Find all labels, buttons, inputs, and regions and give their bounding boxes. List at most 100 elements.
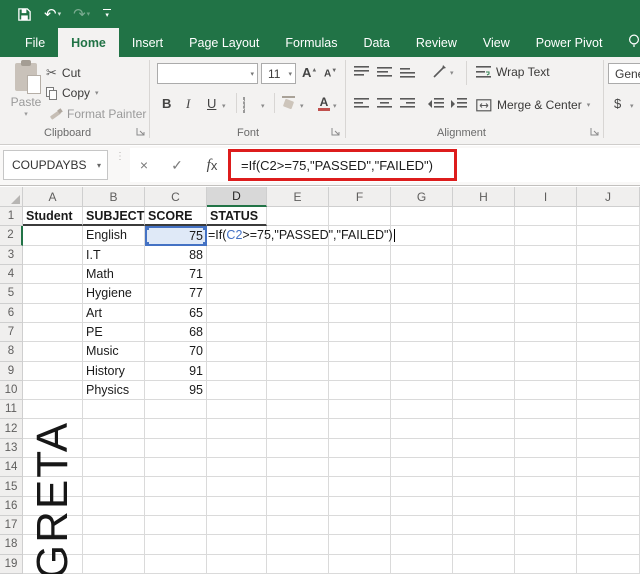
cell-J14[interactable] <box>577 458 640 478</box>
bottom-align-icon[interactable] <box>400 66 415 78</box>
row-header-9[interactable]: 9 <box>0 361 23 381</box>
row-header-15[interactable]: 15 <box>0 477 23 497</box>
cell-G3[interactable] <box>391 245 453 265</box>
row-header-4[interactable]: 4 <box>0 264 23 285</box>
cell-J9[interactable] <box>577 361 640 381</box>
cell-B15[interactable] <box>83 477 145 497</box>
cell-J12[interactable] <box>577 419 640 439</box>
cell-F1[interactable] <box>329 207 391 227</box>
row-header-3[interactable]: 3 <box>0 245 23 265</box>
merge-center-button[interactable]: Merge & Center ▾ <box>476 98 590 112</box>
cell-E17[interactable] <box>267 516 329 536</box>
enter-icon[interactable]: ✓ <box>163 150 191 180</box>
cell-B9[interactable]: History <box>83 361 145 381</box>
cell-A18[interactable] <box>23 535 83 555</box>
cell-H14[interactable] <box>453 458 515 478</box>
cell-J13[interactable] <box>577 438 640 459</box>
font-dialog-launcher-icon[interactable] <box>331 127 341 137</box>
borders-dropdown-icon[interactable]: ▾ <box>261 102 265 110</box>
cell-D7[interactable] <box>207 322 267 343</box>
cell-C13[interactable] <box>145 438 207 459</box>
orientation-dropdown-icon[interactable]: ▾ <box>450 69 454 77</box>
cell-F8[interactable] <box>329 342 391 362</box>
paste-button[interactable]: Paste ▾ <box>8 60 44 129</box>
cell-H2[interactable] <box>453 226 515 246</box>
clipboard-dialog-launcher-icon[interactable] <box>136 127 146 137</box>
cell-B12[interactable] <box>83 419 145 439</box>
cell-J19[interactable] <box>577 554 640 574</box>
cell-E13[interactable] <box>267 438 329 459</box>
cell-H10[interactable] <box>453 380 515 401</box>
cell-G6[interactable] <box>391 303 453 323</box>
undo-icon[interactable]: ↶ ▾ <box>41 6 64 23</box>
wrap-text-button[interactable]: Wrap Text <box>476 65 550 79</box>
shrink-font-button[interactable]: A▼ <box>324 68 337 79</box>
cell-I11[interactable] <box>515 400 577 420</box>
align-center-icon[interactable] <box>377 98 392 110</box>
cell-F12[interactable] <box>329 419 391 439</box>
cell-I17[interactable] <box>515 516 577 536</box>
format-painter-button[interactable]: Format Painter <box>49 107 146 121</box>
row-header-7[interactable]: 7 <box>0 322 23 343</box>
cell-C15[interactable] <box>145 477 207 497</box>
cell-J3[interactable] <box>577 245 640 265</box>
cell-E4[interactable] <box>267 264 329 285</box>
tab-power-pivot[interactable]: Power Pivot <box>523 28 616 57</box>
cell-A2[interactable] <box>23 226 83 246</box>
cell-B2[interactable]: English <box>83 226 145 246</box>
cell-H7[interactable] <box>453 322 515 343</box>
font-size-combo[interactable]: 11 ▾ <box>261 63 296 84</box>
cell-J4[interactable] <box>577 264 640 285</box>
cell-H13[interactable] <box>453 438 515 459</box>
cell-G11[interactable] <box>391 400 453 420</box>
bold-button[interactable]: B <box>162 96 171 111</box>
accounting-dropdown-icon[interactable]: ▾ <box>630 102 634 110</box>
row-header-6[interactable]: 6 <box>0 303 23 323</box>
cell-A9[interactable] <box>23 361 83 381</box>
cell-G5[interactable] <box>391 284 453 304</box>
cell-F9[interactable] <box>329 361 391 381</box>
cell-E5[interactable] <box>267 284 329 304</box>
formula-text[interactable]: =If(C2>=75,"PASSED","FAILED") <box>241 158 433 173</box>
cell-J2[interactable] <box>577 226 640 246</box>
font-color-dropdown-icon[interactable]: ▾ <box>333 102 337 110</box>
underline-dropdown-icon[interactable]: ▾ <box>222 102 226 110</box>
cell-H6[interactable] <box>453 303 515 323</box>
cell-G9[interactable] <box>391 361 453 381</box>
cell-F5[interactable] <box>329 284 391 304</box>
cell-C6[interactable]: 65 <box>145 303 207 323</box>
cell-J7[interactable] <box>577 322 640 343</box>
cell-J10[interactable] <box>577 380 640 401</box>
cell-E12[interactable] <box>267 419 329 439</box>
accounting-format-button[interactable]: $ <box>614 96 621 111</box>
cell-F15[interactable] <box>329 477 391 497</box>
cell-D17[interactable] <box>207 516 267 536</box>
cell-B7[interactable]: PE <box>83 322 145 343</box>
cell-I12[interactable] <box>515 419 577 439</box>
cell-I9[interactable] <box>515 361 577 381</box>
cell-H8[interactable] <box>453 342 515 362</box>
reference-handle[interactable] <box>145 226 149 231</box>
cell-A14[interactable] <box>23 458 83 478</box>
cell-G12[interactable] <box>391 419 453 439</box>
cell-I14[interactable] <box>515 458 577 478</box>
cell-B4[interactable]: Math <box>83 264 145 285</box>
cell-C18[interactable] <box>145 535 207 555</box>
copy-button[interactable]: Copy ▾ <box>46 86 99 100</box>
cancel-icon[interactable]: × <box>130 150 158 180</box>
cell-D5[interactable] <box>207 284 267 304</box>
cell-A7[interactable] <box>23 322 83 343</box>
cell-E6[interactable] <box>267 303 329 323</box>
cell-A15[interactable] <box>23 477 83 497</box>
cell-A3[interactable] <box>23 245 83 265</box>
reference-handle[interactable] <box>145 241 149 246</box>
save-icon[interactable] <box>14 6 35 23</box>
row-header-1[interactable]: 1 <box>0 207 23 227</box>
tab-home[interactable]: Home <box>58 28 119 57</box>
cell-I18[interactable] <box>515 535 577 555</box>
cell-G8[interactable] <box>391 342 453 362</box>
cell-D19[interactable] <box>207 554 267 574</box>
font-name-combo[interactable]: ▾ <box>157 63 258 84</box>
row-header-10[interactable]: 10 <box>0 380 23 401</box>
cell-C1[interactable]: SCORE <box>145 207 207 227</box>
